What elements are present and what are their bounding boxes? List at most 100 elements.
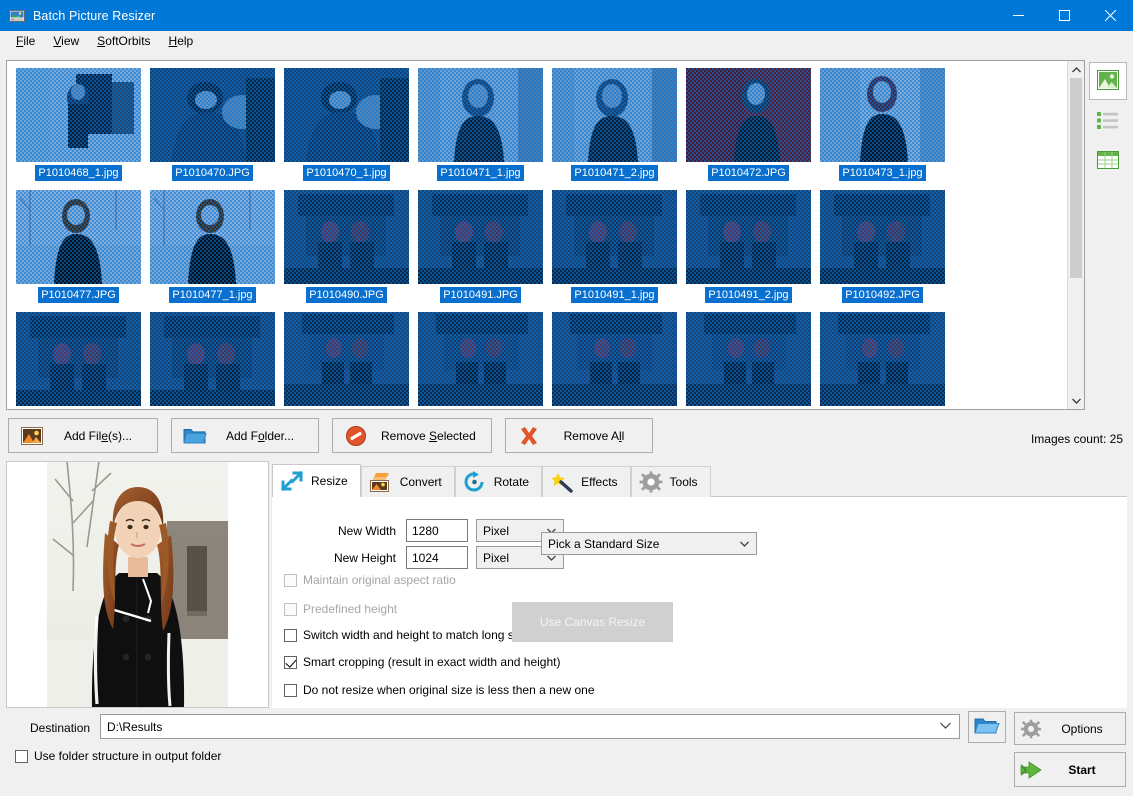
thumbnail-filename: [418, 409, 543, 410]
checkbox-maintain-aspect-ratio[interactable]: Maintain original aspect ratio: [284, 573, 456, 587]
menu-file[interactable]: FFileile: [7, 32, 44, 51]
maximize-button[interactable]: [1041, 0, 1087, 31]
checkbox-predefined-height[interactable]: Predefined height: [284, 602, 397, 616]
destination-combobox[interactable]: D:\Results: [100, 714, 960, 739]
thumbnail-filename: P1010491_1.jpg: [552, 287, 677, 303]
thumbnail-item[interactable]: [820, 312, 945, 410]
scrollbar-track[interactable]: [1068, 78, 1084, 392]
add-files-button[interactable]: Add File(s)...: [8, 418, 158, 453]
thumbnail-filename: P1010470_1.jpg: [284, 165, 409, 181]
thumbnail-item[interactable]: P1010491.JPG: [418, 190, 543, 303]
window-title: Batch Picture Resizer: [33, 9, 155, 23]
thumbnail-item[interactable]: P1010468_1.jpg: [16, 68, 141, 181]
thumbnail-item[interactable]: P1010471_1.jpg: [418, 68, 543, 181]
thumbnail-item[interactable]: P1010472.JPG: [686, 68, 811, 181]
thumbnail-scrollbar[interactable]: [1067, 61, 1084, 409]
thumbnail-item[interactable]: P1010477_1.jpg: [150, 190, 275, 303]
thumbnail-item[interactable]: P1010471_2.jpg: [552, 68, 677, 181]
thumbnail-image: [284, 312, 409, 406]
thumbnail-item[interactable]: [418, 312, 543, 410]
thumbnail-list[interactable]: P1010468_1.jpg P1010470.JPG P1010470_1.j…: [6, 60, 1085, 410]
thumbnail-item[interactable]: P1010470.JPG: [150, 68, 275, 181]
thumbnail-image: [150, 68, 275, 162]
thumbnail-item[interactable]: [284, 312, 409, 410]
chevron-down-icon: [940, 721, 951, 732]
new-width-input[interactable]: [406, 519, 468, 542]
thumbnail-filename-text: P1010477_1.jpg: [169, 287, 255, 303]
checkbox-smart-cropping[interactable]: Smart cropping (result in exact width an…: [284, 655, 560, 669]
list-view-button[interactable]: [1089, 102, 1127, 140]
destination-label: Destination: [30, 721, 90, 735]
table-icon: [1096, 149, 1120, 174]
checkbox-box: [284, 629, 297, 642]
tab-strip: Resize Convert: [272, 464, 1127, 497]
thumbnail-view-button[interactable]: [1089, 62, 1127, 100]
thumbnail-item[interactable]: P1010492.JPG: [820, 190, 945, 303]
thumbnail-filename: P1010490.JPG: [284, 287, 409, 303]
remove-all-button[interactable]: Remove All: [505, 418, 653, 453]
scroll-up-icon[interactable]: [1068, 61, 1084, 78]
start-button[interactable]: Start: [1014, 752, 1126, 787]
thumbnail-item[interactable]: P1010491_2.jpg: [686, 190, 811, 303]
tab-rotate[interactable]: Rotate: [455, 466, 542, 497]
scrollbar-thumb[interactable]: [1070, 78, 1082, 278]
remove-selected-button[interactable]: Remove Selected: [332, 418, 492, 453]
menu-softorbits[interactable]: SoftOrbits: [88, 32, 159, 51]
thumbnail-item[interactable]: P1010491_1.jpg: [552, 190, 677, 303]
thumbnail-item[interactable]: P1010490.JPG: [284, 190, 409, 303]
thumbnail-filename-text: P1010491.JPG: [440, 287, 521, 303]
options-button[interactable]: Options: [1014, 712, 1126, 745]
thumbnail-image: [284, 190, 409, 284]
thumbnail-filename-text: [299, 409, 395, 410]
thumbnail-filename-text: P1010477.JPG: [38, 287, 119, 303]
details-view-button[interactable]: [1089, 142, 1127, 180]
menu-view[interactable]: View: [44, 32, 88, 51]
minimize-button[interactable]: [995, 0, 1041, 31]
thumbnail-item[interactable]: [552, 312, 677, 410]
use-canvas-resize-button[interactable]: Use Canvas Resize: [512, 602, 673, 642]
folder-icon: [182, 424, 208, 448]
thumbnail-item[interactable]: P1010470_1.jpg: [284, 68, 409, 181]
thumbnail-filename: P1010473_1.jpg: [820, 165, 945, 181]
scroll-down-icon[interactable]: [1068, 392, 1084, 409]
thumbnail-filename: P1010471_1.jpg: [418, 165, 543, 181]
picture-icon: [1096, 68, 1120, 95]
tab-resize[interactable]: Resize: [272, 464, 361, 497]
action-button-bar: Add File(s)... Add Folder... Remove Sele…: [8, 418, 666, 453]
add-folder-button[interactable]: Add Folder...: [171, 418, 319, 453]
thumbnail-filename: [820, 409, 945, 410]
thumbnail-image: [686, 68, 811, 162]
checkbox-label: Maintain original aspect ratio: [303, 573, 456, 587]
close-button[interactable]: [1087, 0, 1133, 31]
thumbnail-filename-text: P1010473_1.jpg: [839, 165, 925, 181]
menu-help[interactable]: Help: [160, 32, 203, 51]
thumbnail-filename: P1010470.JPG: [150, 165, 275, 181]
thumbnail-image: [16, 190, 141, 284]
tab-convert[interactable]: Convert: [361, 466, 455, 497]
image-preview-panel[interactable]: [6, 461, 269, 708]
checkbox-use-folder-structure[interactable]: Use folder structure in output folder: [15, 749, 221, 763]
thumbnail-image: [552, 190, 677, 284]
thumbnail-item[interactable]: P1010473_1.jpg: [820, 68, 945, 181]
thumbnail-item[interactable]: [686, 312, 811, 410]
standard-size-select[interactable]: Pick a Standard Size: [541, 532, 757, 555]
thumbnail-item[interactable]: P1010493.JPG: [16, 312, 141, 410]
new-height-input[interactable]: [406, 546, 468, 569]
browse-destination-button[interactable]: [968, 711, 1006, 743]
checkbox-label: Smart cropping (result in exact width an…: [303, 655, 560, 669]
thumbnail-filename: P1010468_1.jpg: [16, 165, 141, 181]
thumbnail-image: [552, 312, 677, 406]
new-height-unit-value: Pixel: [483, 551, 509, 565]
tab-effects[interactable]: Effects: [542, 466, 630, 497]
thumbnail-filename-text: P1010491_2.jpg: [705, 287, 791, 303]
no-entry-icon: [343, 424, 369, 448]
tab-tools[interactable]: Tools: [631, 466, 711, 497]
thumbnail-item[interactable]: P1010477.JPG: [16, 190, 141, 303]
thumbnail-item[interactable]: P1010494.JPG: [150, 312, 275, 410]
checkbox-switch-width-height[interactable]: Switch width and height to match long si…: [284, 628, 536, 642]
checkbox-do-not-resize-smaller[interactable]: Do not resize when original size is less…: [284, 683, 595, 697]
options-tab-zone: Resize Convert: [272, 464, 1127, 708]
thumbnail-image: [820, 190, 945, 284]
new-height-row: New Height Pixel: [306, 546, 564, 569]
standard-size-value: Pick a Standard Size: [548, 537, 659, 551]
